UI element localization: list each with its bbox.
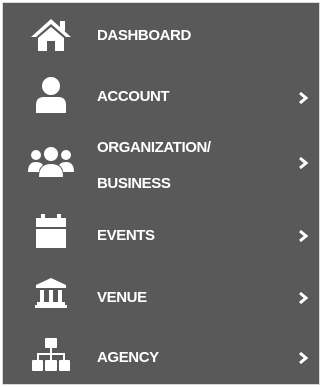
- calendar-icon: [25, 211, 77, 251]
- menu-item-label: EVENTS: [97, 227, 155, 244]
- sitemap-icon: [25, 335, 77, 375]
- chevron-right-icon: [299, 156, 309, 170]
- menu-item-label: DASHBOARD: [97, 27, 191, 44]
- chevron-right-icon: [299, 229, 309, 243]
- chevron-right-icon: [299, 91, 309, 105]
- menu-item-agency[interactable]: AGENCY: [3, 333, 319, 379]
- chevron-right-icon: [299, 351, 309, 365]
- building-columns-icon: [25, 273, 77, 313]
- menu-item-dashboard[interactable]: DASHBOARD: [3, 15, 319, 59]
- sidebar-menu: DASHBOARD ACCOUNT ORGANIZATION/ BUSINESS…: [2, 2, 320, 385]
- menu-item-label: ACCOUNT: [97, 88, 170, 105]
- menu-item-label-line1: ORGANIZATION/: [97, 139, 211, 156]
- menu-item-events[interactable]: EVENTS: [3, 211, 319, 255]
- menu-item-label: AGENCY: [97, 349, 159, 366]
- menu-item-venue[interactable]: VENUE: [3, 273, 319, 317]
- chevron-right-icon: [299, 291, 309, 305]
- menu-item-label: VENUE: [97, 289, 147, 306]
- menu-item-account[interactable]: ACCOUNT: [3, 75, 319, 119]
- home-icon: [25, 15, 77, 55]
- menu-item-label-line2: BUSINESS: [97, 175, 171, 192]
- user-icon: [25, 75, 77, 115]
- users-group-icon: [25, 142, 77, 182]
- menu-item-organization[interactable]: ORGANIZATION/ BUSINESS: [3, 131, 319, 197]
